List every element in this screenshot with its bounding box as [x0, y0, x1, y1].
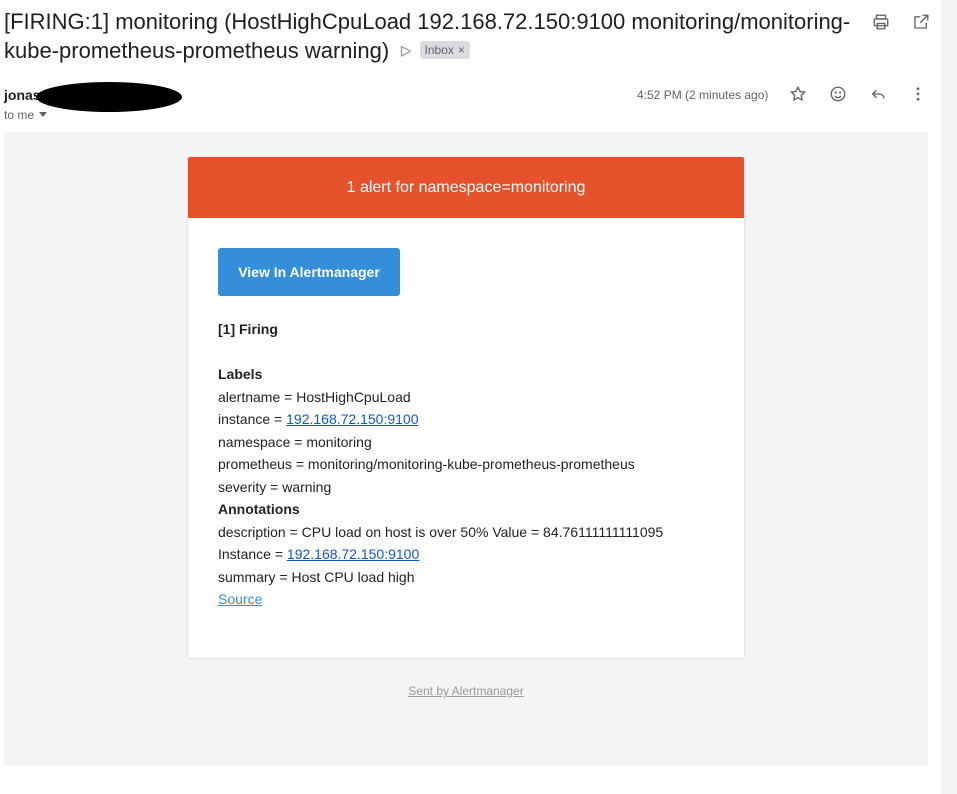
alert-card: 1 alert for namespace=monitoring View In… [187, 156, 745, 659]
label-separator: = [270, 411, 287, 427]
email-body: 1 alert for namespace=monitoring View In… [4, 132, 928, 766]
label-separator: = [290, 433, 307, 450]
label-separator: = [266, 478, 283, 495]
label-row: severity = warning [218, 476, 714, 499]
annotation-separator: = [275, 568, 292, 585]
subject-toolbar [871, 12, 931, 32]
more-vert-icon[interactable] [908, 84, 928, 104]
label-separator: = [291, 456, 308, 472]
annotation-row: description = CPU load on host is over 5… [218, 521, 714, 544]
recipient-text: to me [4, 108, 35, 122]
email-subject: [FIRING:1] monitoring (HostHighCpuLoad 1… [4, 7, 854, 67]
recipient-details-toggle[interactable]: to me [4, 108, 48, 122]
alert-content: View In Alertmanager [1] Firing Labels a… [188, 218, 744, 611]
label-row: namespace = monitoring [218, 431, 714, 454]
labels-section: Labels alertname = HostHighCpuLoad insta… [218, 363, 714, 611]
label-value: HostHighCpuLoad [296, 388, 411, 405]
label-key: prometheus [218, 456, 292, 472]
label-key: severity [218, 478, 267, 495]
annotation-separator: = [270, 546, 287, 562]
view-in-alertmanager-button[interactable]: View In Alertmanager [218, 248, 400, 296]
reply-icon[interactable] [868, 84, 888, 104]
annotation-row: summary = Host CPU load high [218, 566, 714, 589]
alert-status: [1] Firing [218, 321, 278, 337]
instance-link[interactable]: 192.168.72.150:9100 [287, 546, 419, 562]
label-row: alertname = HostHighCpuLoad [218, 386, 714, 409]
label-row: prometheus = monitoring/monitoring-kube-… [218, 453, 714, 476]
annotation-key: description [218, 523, 286, 540]
star-icon[interactable] [788, 84, 808, 104]
alert-header: 1 alert for namespace=monitoring [188, 157, 744, 218]
annotations-heading: Annotations [218, 501, 300, 517]
label-key: namespace [218, 433, 291, 450]
important-marker-icon[interactable]: ᐅ [399, 38, 411, 67]
annotation-row: Instance = 192.168.72.150:9100 [218, 543, 714, 566]
message-actions [788, 84, 928, 104]
label-separator: = [280, 388, 297, 405]
annotation-value: CPU load on host is over 50% Value = 84.… [301, 523, 664, 540]
message-date: 4:52 PM (2 minutes ago) [637, 88, 769, 102]
label-value: monitoring [306, 433, 372, 450]
label-key: instance [218, 411, 271, 427]
redacted-sender-address [36, 82, 182, 112]
scrollbar-track[interactable] [941, 0, 957, 794]
annotation-key: Instance [218, 546, 271, 562]
print-icon[interactable] [871, 12, 891, 32]
annotation-key: summary [218, 568, 276, 585]
source-link[interactable]: Source [218, 591, 262, 607]
label-key: alertname [218, 388, 281, 405]
email-footer: Sent by Alertmanager [4, 684, 928, 698]
labels-heading: Labels [218, 366, 263, 382]
open-in-new-window-icon[interactable] [911, 12, 931, 32]
label-value: warning [282, 478, 332, 495]
instance-link[interactable]: 192.168.72.150:9100 [286, 411, 418, 427]
sent-by-alertmanager-link[interactable]: Sent by Alertmanager [408, 684, 523, 698]
sender-name: jonas [4, 87, 41, 103]
emoji-icon[interactable] [828, 84, 848, 104]
inbox-label-chip: Inbox × [419, 41, 470, 59]
inbox-label-text: Inbox [424, 43, 454, 57]
remove-label-icon[interactable]: × [458, 43, 465, 57]
label-value: monitoring/monitoring-kube-prometheus-pr… [307, 456, 635, 472]
annotation-value: Host CPU load high [291, 568, 415, 585]
label-row: instance = 192.168.72.150:9100 [218, 408, 714, 431]
chevron-down-icon [39, 112, 48, 117]
annotation-separator: = [285, 523, 302, 540]
